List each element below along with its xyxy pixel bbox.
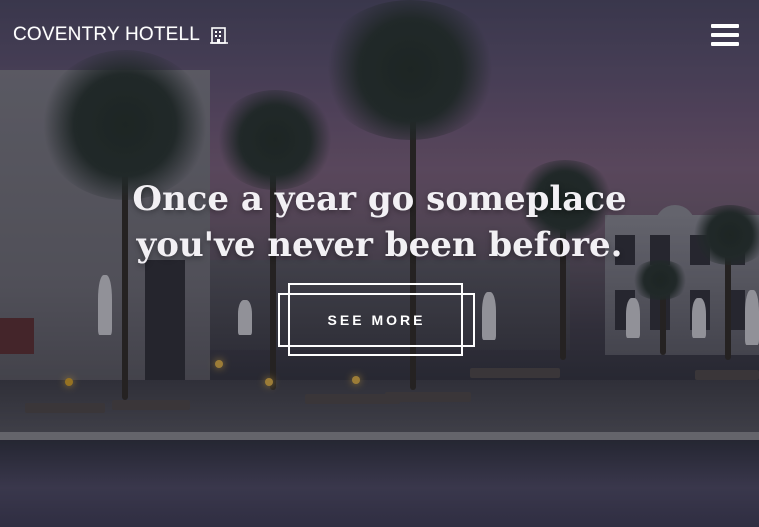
hero-headline: Once a year go someplace you've never be… [0,176,759,268]
hero-headline-line-2: you've never been before. [136,225,623,265]
hero-section: COVENTRY HOTELL Once a year go someplace… [0,0,759,527]
menu-bar-middle [711,33,739,37]
hero-headline-line-1: Once a year go someplace [132,179,627,219]
see-more-button[interactable]: SEE MORE [278,293,475,347]
brand-name: COVENTRY HOTELL [13,24,201,45]
building-icon [210,26,229,44]
hamburger-menu-icon[interactable] [711,24,739,46]
menu-bar-bottom [711,42,739,46]
menu-bar-top [711,24,739,28]
brand-logo[interactable]: COVENTRY HOTELL [13,24,229,46]
see-more-button-wrapper: SEE MORE [278,283,475,358]
